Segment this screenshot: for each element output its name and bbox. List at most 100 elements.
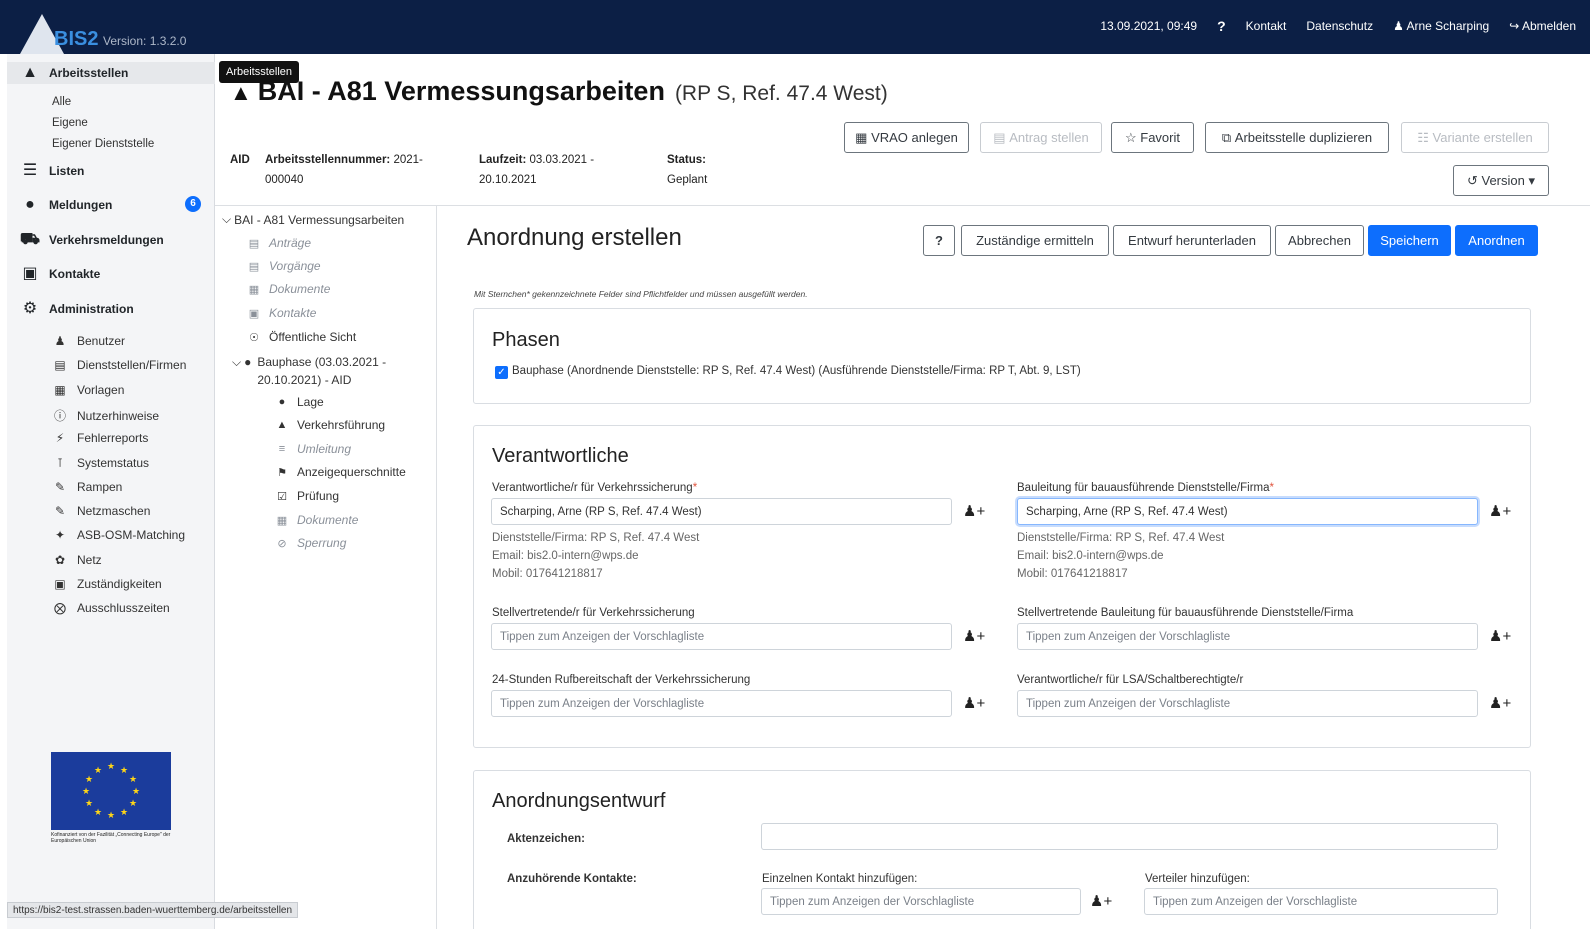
sidebar-admin-nutzerhinweise[interactable]: ⓘ Nutzerhinweise <box>53 407 159 424</box>
datenschutz-link[interactable]: Datenschutz <box>1306 19 1373 33</box>
stellvertretung-bauleitung-label: Stellvertretende Bauleitung für bauausfü… <box>1017 607 1354 619</box>
sidebar-admin-label: Rampen <box>77 480 123 494</box>
sidebar-item-administration[interactable]: ⚙ Administration <box>7 300 215 318</box>
file-icon: ▦ <box>248 283 260 296</box>
sitemap-icon: ☷ <box>1417 129 1433 145</box>
antrag-stellen-button[interactable]: ▤ Antrag stellen <box>980 122 1102 153</box>
sidebar-admin-vorlagen[interactable]: ▦ Vorlagen <box>53 383 124 397</box>
tree-label: Verkehrsführung <box>297 418 386 432</box>
einzelner-kontakt-input[interactable]: Tippen zum Anzeigen der Vorschlagliste <box>761 888 1081 915</box>
tree-pruefung[interactable]: ☑ Prüfung <box>275 489 339 503</box>
current-datetime: 13.09.2021, 09:49 <box>1100 19 1198 33</box>
help-button[interactable]: ? <box>923 225 955 256</box>
favorit-button[interactable]: ☆ Favorit <box>1111 122 1194 153</box>
lsa-input[interactable]: Tippen zum Anzeigen der Vorschlagliste <box>1017 690 1478 717</box>
sidebar-item-listen[interactable]: ☰ Listen <box>7 162 215 180</box>
chevron-down-icon: ⌵ <box>232 355 242 369</box>
zustaendige-ermitteln-button[interactable]: Zuständige ermitteln <box>961 225 1109 256</box>
sidebar-admin-asb-osm[interactable]: ✦ ASB-OSM-Matching <box>53 528 185 542</box>
sidebar-admin-fehlerreports[interactable]: ⚡ Fehlerreports <box>53 431 149 445</box>
sidebar-admin-netzmaschen[interactable]: ✎ Netzmaschen <box>53 504 150 518</box>
ban-icon: ⊘ <box>277 537 287 550</box>
car-icon: ⛟ <box>19 231 41 248</box>
sidebar-item-meldungen[interactable]: ● Meldungen 6 <box>7 196 215 214</box>
tree-kontakte[interactable]: ▣ Kontakte <box>247 306 317 320</box>
sidebar-admin-rampen[interactable]: ✎ Rampen <box>53 480 122 494</box>
sidebar-item-verkehrsmeldungen[interactable]: ⛟ Verkehrsmeldungen <box>7 231 215 249</box>
user-menu[interactable]: ♟ Arne Scharping <box>1393 19 1489 33</box>
file-icon: ▦ <box>54 383 66 397</box>
sidebar-item-kontakte[interactable]: ▣ Kontakte <box>7 265 215 283</box>
tree-dokumente[interactable]: ▦ Dokumente <box>247 282 331 296</box>
tree-anzeigequerschnitte[interactable]: ⚑ Anzeigequerschnitte <box>275 465 406 479</box>
document-icon: ▣ <box>54 577 66 591</box>
logout-link[interactable]: ↪ Abmelden <box>1509 19 1576 33</box>
user-plus-icon[interactable]: ♟+ <box>963 627 985 645</box>
sidebar-admin-benutzer[interactable]: ♟ Benutzer <box>53 334 125 348</box>
help-link[interactable]: ? <box>1217 18 1226 34</box>
tree-bauphase[interactable]: ⌵ ● Bauphase (03.03.2021 - 20.10.2021) - A… <box>232 353 432 389</box>
tree-sperrung[interactable]: ⊘ Sperrung <box>275 536 346 550</box>
sidebar-subitem-eigene[interactable]: Eigene <box>52 117 88 129</box>
sidebar-admin-netz[interactable]: ✿ Netz <box>53 553 102 567</box>
abbrechen-button[interactable]: Abbrechen <box>1275 225 1364 256</box>
svg-text:★: ★ <box>120 766 128 776</box>
tree-oeffentliche-sicht[interactable]: ☉ Öffentliche Sicht <box>247 330 356 344</box>
edit-icon: ✎ <box>54 480 66 494</box>
user-plus-icon[interactable]: ♟+ <box>1090 892 1112 910</box>
tree-label: Dokumente <box>269 282 331 296</box>
user-plus-icon[interactable]: ♟+ <box>963 694 985 712</box>
user-plus-icon[interactable]: ♟+ <box>1489 627 1511 645</box>
list-alt-icon: ▤ <box>248 237 260 250</box>
variante-erstellen-button[interactable]: ☷ Variante erstellen <box>1401 122 1549 153</box>
status-label: Status: <box>667 154 706 166</box>
rufbereitschaft-input[interactable]: Tippen zum Anzeigen der Vorschlagliste <box>491 690 952 717</box>
stellvertretung-verkehrssicherung-input[interactable]: Tippen zum Anzeigen der Vorschlagliste <box>491 623 952 650</box>
stellvertretung-bauleitung-input[interactable]: Tippen zum Anzeigen der Vorschlagliste <box>1017 623 1478 650</box>
verteiler-input[interactable]: Tippen zum Anzeigen der Vorschlagliste <box>1144 888 1498 915</box>
required-fields-note: Mit Sternchen* gekennzeichnete Felder si… <box>474 289 808 299</box>
verantwortliche-title: Verantwortliche <box>492 445 629 467</box>
sidebar-admin-dienststellen[interactable]: ▤ Dienststellen/Firmen <box>53 358 186 372</box>
vrao-anlegen-button[interactable]: ▦ VRAO anlegen <box>844 122 969 153</box>
sidebar-admin-label: Fehlerreports <box>77 431 149 445</box>
speichern-button[interactable]: Speichern <box>1368 225 1451 256</box>
info-dienststelle: Dienststelle/Firma: RP S, Ref. 47.4 West <box>492 532 700 544</box>
sidebar-subitem-alle[interactable]: Alle <box>52 96 71 108</box>
status-value: Geplant <box>667 174 708 186</box>
clipboard-icon: ▤ <box>993 129 1010 145</box>
anordnen-button[interactable]: Anordnen <box>1455 225 1538 256</box>
kontakt-link[interactable]: Kontakt <box>1246 19 1287 33</box>
tree-dokumente-phase[interactable]: ▦ Dokumente <box>275 513 359 527</box>
version-dropdown[interactable]: ↺ Version ▾ <box>1453 165 1549 196</box>
gear-icon: ⚙ <box>22 300 38 317</box>
tree-umleitung[interactable]: ≡ Umleitung <box>275 442 351 456</box>
sidebar-admin-ausschlusszeiten[interactable]: ⨂ Ausschlusszeiten <box>53 601 170 615</box>
user-plus-icon[interactable]: ♟+ <box>963 502 985 520</box>
sidebar-item-arbeitsstellen[interactable]: ▲ Arbeitsstellen <box>7 62 215 84</box>
sidebar-admin-zustaendigkeiten[interactable]: ▣ Zuständigkeiten <box>53 577 161 591</box>
bauphase-checkbox[interactable]: ✓ <box>495 366 508 379</box>
sidebar-item-label: Administration <box>49 302 134 316</box>
tree-lage[interactable]: ● Lage <box>275 395 324 409</box>
sidebar-admin-systemstatus[interactable]: ⊺ Systemstatus <box>53 456 149 470</box>
label-text: Verantwortliche/r für Verkehrssicherung <box>492 482 693 494</box>
brand-logo[interactable]: BIS2 Version: 1.3.2.0 <box>20 8 230 54</box>
bauleitung-input[interactable]: Scharping, Arne (RP S, Ref. 47.4 West) <box>1017 498 1478 525</box>
tree-vorgaenge[interactable]: ▤ Vorgänge <box>247 259 321 273</box>
user-plus-icon[interactable]: ♟+ <box>1489 694 1511 712</box>
tree-antraege[interactable]: ▤ Anträge <box>247 236 311 250</box>
tree-label: Lage <box>297 395 324 409</box>
chevron-down-icon: ⌵ <box>222 212 232 226</box>
tree-root[interactable]: ⌵ BAI - A81 Vermessungsarbeiten <box>222 212 404 227</box>
user-plus-icon[interactable]: ♟+ <box>1489 502 1511 520</box>
duplizieren-button[interactable]: ⧉ Arbeitsstelle duplizieren <box>1205 122 1389 153</box>
address-book-icon: ▣ <box>22 265 38 282</box>
entwurf-herunterladen-button[interactable]: Entwurf herunterladen <box>1113 225 1271 256</box>
sidebar-admin-label: Dienststellen/Firmen <box>77 358 187 372</box>
verkehrssicherung-input[interactable]: Scharping, Arne (RP S, Ref. 47.4 West) <box>491 498 952 525</box>
tree-verkehrsfuehrung[interactable]: ▲ Verkehrsführung <box>275 418 386 432</box>
aktenzeichen-input[interactable] <box>761 823 1498 850</box>
sidebar-subitem-eigener-dienststelle[interactable]: Eigener Dienststelle <box>52 138 154 150</box>
user-icon: ♟ <box>54 334 66 348</box>
